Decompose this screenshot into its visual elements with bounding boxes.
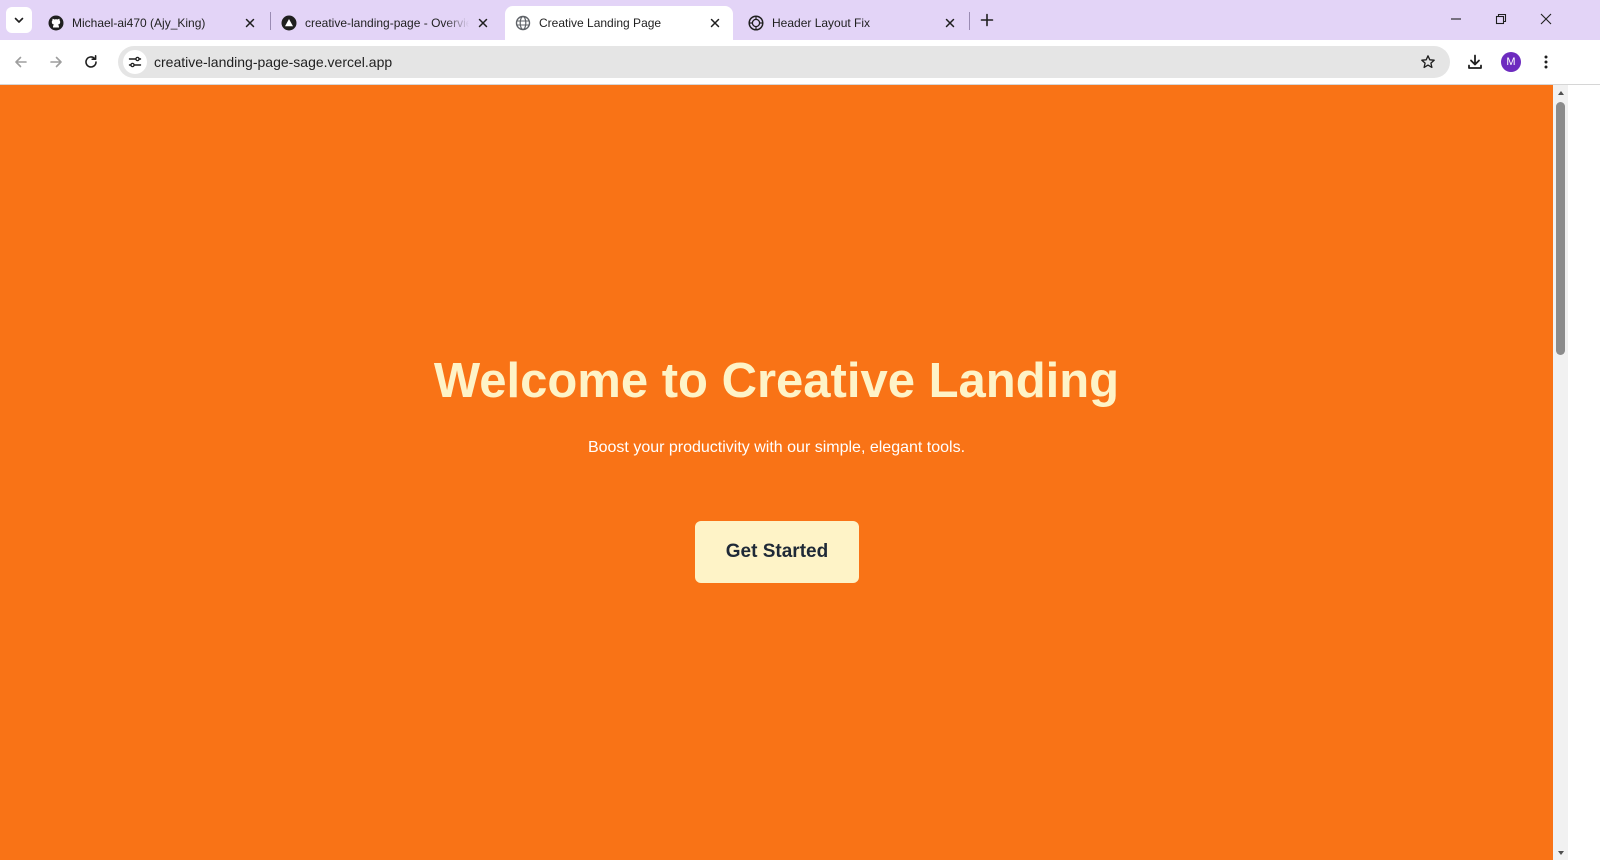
reload-button[interactable] (77, 48, 105, 76)
tab-strip: Michael-ai470 (Ajy_King) creative-landin… (0, 0, 1600, 40)
tune-icon (128, 56, 142, 68)
triangle-up-icon (1557, 90, 1564, 95)
menu-button[interactable] (1532, 48, 1560, 76)
back-button[interactable] (7, 48, 35, 76)
tab-title: creative-landing-page - Overview (305, 16, 469, 30)
arrow-right-icon (50, 56, 62, 68)
triangle-down-icon (1557, 850, 1564, 855)
minimize-icon (1450, 18, 1461, 20)
address-bar[interactable]: creative-landing-page-sage.vercel.app (118, 46, 1450, 78)
close-tab-icon[interactable] (942, 15, 958, 31)
hero-title: Welcome to Creative Landing (433, 354, 1120, 408)
close-tab-icon[interactable] (707, 15, 723, 31)
github-icon (48, 15, 64, 31)
minimize-button[interactable] (1433, 0, 1478, 38)
downloads-button[interactable] (1461, 48, 1489, 76)
window-edge (1568, 85, 1600, 860)
site-info-button[interactable] (123, 50, 147, 74)
restore-icon (1495, 13, 1506, 25)
hero-section: Welcome to Creative Landing Boost your p… (0, 85, 1553, 860)
restore-button[interactable] (1478, 0, 1523, 38)
hero-subtitle: Boost your productivity with our simple,… (587, 439, 966, 456)
globe-icon (515, 15, 531, 31)
close-tab-icon[interactable] (242, 15, 258, 31)
page-viewport: Welcome to Creative Landing Boost your p… (0, 85, 1553, 860)
tab-title: Header Layout Fix (772, 16, 871, 30)
reload-icon (85, 55, 97, 68)
close-icon (1540, 13, 1551, 25)
chatgpt-icon (748, 15, 764, 31)
tab-title: Creative Landing Page (539, 16, 662, 30)
bookmark-star-button[interactable] (1418, 52, 1438, 72)
vertical-scrollbar[interactable] (1553, 85, 1568, 860)
url-text[interactable]: creative-landing-page-sage.vercel.app (154, 54, 392, 70)
tab-vercel-overview[interactable]: creative-landing-page - Overview (271, 6, 501, 40)
profile-avatar[interactable]: M (1501, 52, 1521, 72)
scrollbar-thumb[interactable] (1556, 102, 1565, 355)
tab-github-profile[interactable]: Michael-ai470 (Ajy_King) (38, 6, 268, 40)
plus-icon (980, 13, 994, 27)
tab-creative-landing-page[interactable]: Creative Landing Page (505, 6, 733, 40)
new-tab-button[interactable] (975, 8, 999, 32)
close-window-button[interactable] (1523, 0, 1568, 38)
tab-search-button[interactable] (6, 7, 32, 33)
tab-header-layout-fix[interactable]: Header Layout Fix (738, 6, 968, 40)
close-tab-icon[interactable] (475, 15, 491, 31)
get-started-button[interactable]: Get Started (695, 521, 859, 583)
download-icon (1468, 54, 1482, 69)
tab-title: Michael-ai470 (Ajy_King) (72, 16, 206, 30)
scroll-down-arrow[interactable] (1553, 845, 1568, 860)
forward-button[interactable] (42, 48, 70, 76)
scroll-up-arrow[interactable] (1553, 85, 1568, 100)
chevron-down-icon (14, 17, 24, 23)
star-icon (1421, 55, 1435, 69)
arrow-left-icon (15, 56, 27, 68)
browser-window: Michael-ai470 (Ajy_King) creative-landin… (0, 0, 1600, 860)
vercel-icon (281, 15, 297, 31)
browser-toolbar: creative-landing-page-sage.vercel.app M (0, 40, 1600, 85)
tab-separator (969, 12, 970, 30)
more-vertical-icon (1544, 55, 1548, 69)
